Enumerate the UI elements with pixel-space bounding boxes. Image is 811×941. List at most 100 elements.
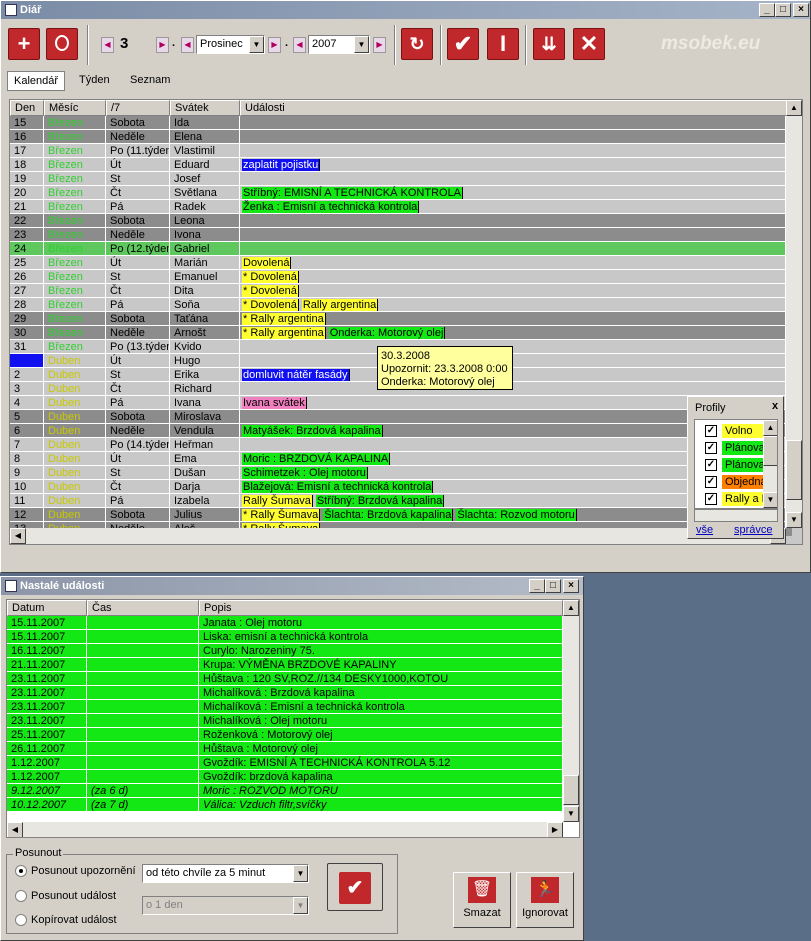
col-header-nameday[interactable]: Svátek	[170, 100, 240, 116]
events-cell[interactable]	[240, 382, 786, 396]
chevron-down-icon[interactable]: ▼	[293, 897, 308, 914]
radio-postpone-reminder-label[interactable]: Posunout upozornění	[31, 865, 136, 877]
scroll-down-button[interactable]: ▼	[763, 492, 777, 508]
month-next-button[interactable]: ▶	[268, 37, 281, 53]
events-cell[interactable]	[240, 228, 786, 242]
calendar-row[interactable]: 30 Březen Neděle Arnošt * Rally argentina Ond…	[10, 326, 792, 340]
events-titlebar[interactable]: Nastalé události	[1, 577, 583, 595]
calendar-row[interactable]: 19 Březen St Josef	[10, 172, 792, 186]
scroll-thumb[interactable]	[763, 436, 777, 466]
calendar-row[interactable]: 21 Březen Pá Radek Ženka : Emisní a technick…	[10, 200, 792, 214]
calendar-row[interactable]: 25 Březen Út Marián Dovolená	[10, 256, 792, 270]
col-header-events[interactable]: Události	[240, 100, 788, 116]
close-button[interactable]: ×	[563, 579, 579, 593]
month-select[interactable]: Prosinec ▼	[196, 35, 265, 54]
scroll-down-button[interactable]: ▼	[786, 512, 802, 528]
profile-checkbox[interactable]: ✓	[705, 442, 717, 454]
profiles-hscroll[interactable]	[694, 509, 778, 522]
calendar-row[interactable]: 18 Březen Út Eduard zaplatit pojistku	[10, 158, 792, 172]
minimize-button[interactable]: _	[529, 579, 545, 593]
tab-calendar[interactable]: Kalendář	[7, 71, 66, 91]
event-row[interactable]: 16.11.2007 Curylo: Narozeniny 75.	[7, 644, 563, 658]
calendar-vscroll[interactable]: ▲ ▼	[786, 100, 802, 528]
events-cell[interactable]	[240, 242, 786, 256]
scroll-right-button[interactable]: ▶	[547, 822, 563, 837]
event-chip[interactable]: Schimetzek : Olej motoru	[242, 467, 368, 479]
profiles-admin-link[interactable]: správce	[734, 524, 773, 536]
profile-label[interactable]: Objednávka	[722, 475, 766, 489]
col-header-day[interactable]: Den	[10, 100, 44, 116]
calendar-row[interactable]: 28 Březen Pá Soňa * Dovolená Rally argentina	[10, 298, 792, 312]
col-header-weekday[interactable]: /7	[106, 100, 170, 116]
maximize-button[interactable]: □	[545, 579, 561, 593]
events-cell[interactable]: * Rally argentina Onderka: Motorový olej	[240, 326, 786, 340]
radio-postpone-reminder[interactable]	[15, 865, 27, 877]
event-chip[interactable]: Ženka : Emisní a technická kontrola	[242, 201, 420, 213]
profiles-vscroll[interactable]: ▲ ▼	[763, 420, 777, 508]
events-cell[interactable]: domluvit nátěr fasády	[240, 368, 786, 382]
event-chip[interactable]: * Dovolená	[242, 271, 299, 283]
refresh-button[interactable]: ↻	[401, 28, 433, 60]
event-chip[interactable]: Matyášek: Brzdová kapalina	[242, 425, 383, 437]
year-next-button[interactable]: ▶	[373, 37, 386, 53]
events-cell[interactable]: zaplatit pojistku	[240, 158, 786, 172]
scroll-thumb[interactable]	[786, 440, 802, 500]
radio-copy-event-label[interactable]: Kopírovat událost	[31, 914, 117, 926]
day-next-button[interactable]: ▶	[156, 37, 169, 53]
balloons-button[interactable]	[46, 28, 78, 60]
events-cell[interactable]	[240, 172, 786, 186]
scroll-up-button[interactable]: ▲	[786, 100, 802, 116]
calendar-row[interactable]: 29 Březen Sobota Taťána * Rally argentina	[10, 312, 792, 326]
delete-button[interactable]: 🗑 Smazat	[453, 872, 511, 928]
event-chip[interactable]: Šlachta: Brzdová kapalina	[323, 509, 454, 521]
event-row[interactable]: 15.11.2007 Janata : Olej motoru	[7, 616, 563, 630]
events-hscroll[interactable]: ◀ ▶	[7, 822, 563, 837]
events-cell[interactable]	[240, 130, 786, 144]
event-chip[interactable]: * Dovolená	[242, 299, 299, 311]
scroll-thumb[interactable]	[563, 775, 579, 805]
calendar-row[interactable]: 17 Březen Po (11.týden) Vlastimil	[10, 144, 792, 158]
col-header-month[interactable]: Měsíc	[44, 100, 106, 116]
event-row[interactable]: 15.11.2007 Liska: emisní a technická kont…	[7, 630, 563, 644]
events-cell[interactable]	[240, 354, 786, 368]
scroll-left-button[interactable]: ◀	[7, 822, 23, 837]
profile-label[interactable]: Rally a F1	[722, 492, 766, 506]
event-row[interactable]: 10.12.2007 (za 7 d) Válica: Vzduch filtr,s…	[7, 798, 563, 812]
profile-checkbox[interactable]: ✓	[705, 459, 717, 471]
event-row[interactable]: 23.11.2007 Michalíková : Olej motoru	[7, 714, 563, 728]
event-row[interactable]: 9.12.2007 (za 6 d) Moric : ROZVOD MOTORU	[7, 784, 563, 798]
col-header-date[interactable]: Datum	[7, 600, 87, 616]
event-chip[interactable]: Stříbný: EMISNÍ A TECHNICKÁ KONTROLA	[242, 187, 464, 199]
event-chip[interactable]: * Rally argentina	[242, 327, 326, 339]
calendar-row[interactable]: 24 Březen Po (12.týden) Gabriel	[10, 242, 792, 256]
events-cell[interactable]	[240, 144, 786, 158]
profile-label[interactable]: Plánovaná	[722, 458, 766, 472]
events-cell[interactable]: * Dovolená	[240, 284, 786, 298]
events-cell[interactable]: * Dovolená	[240, 270, 786, 284]
chevron-down-icon[interactable]: ▼	[249, 36, 264, 53]
calendar-row[interactable]: 22 Březen Sobota Leona	[10, 214, 792, 228]
event-row[interactable]: 23.11.2007 Michalíková : Brzdová kapalina	[7, 686, 563, 700]
calendar-row[interactable]: 6 Duben Neděle Vendula Matyášek: Brzdová kap…	[10, 424, 792, 438]
event-chip[interactable]: Dovolená	[242, 257, 292, 269]
events-cell[interactable]: * Rally argentina	[240, 312, 786, 326]
calendar-hscroll[interactable]: ◀ ▶	[10, 528, 786, 544]
profile-checkbox[interactable]: ✓	[705, 476, 717, 488]
ignore-button[interactable]: 🏃 Ignorovat	[516, 872, 574, 928]
calendar-row[interactable]: 23 Březen Neděle Ivona	[10, 228, 792, 242]
minimize-button[interactable]: _	[759, 3, 775, 17]
events-cell[interactable]	[240, 116, 786, 130]
month-prev-button[interactable]: ◀	[181, 37, 194, 53]
events-cell[interactable]: Stříbný: EMISNÍ A TECHNICKÁ KONTROLA	[240, 186, 786, 200]
calendar-row[interactable]: 16 Březen Neděle Elena	[10, 130, 792, 144]
calendar-row[interactable]: 20 Březen Čt Světlana Stříbný: EMISNÍ A TECH…	[10, 186, 792, 200]
event-chip[interactable]: Šlachta: Rozvod motoru	[456, 509, 577, 521]
scroll-down-button[interactable]: ▼	[563, 806, 579, 822]
events-cell[interactable]: Dovolená	[240, 256, 786, 270]
events-vscroll[interactable]: ▲ ▼	[563, 600, 579, 822]
calendar-row[interactable]: 26 Březen St Emanuel * Dovolená	[10, 270, 792, 284]
col-header-description[interactable]: Popis	[199, 600, 563, 616]
profile-label[interactable]: Volno	[722, 424, 766, 438]
event-chip[interactable]: Ivana svátek	[242, 397, 307, 409]
radio-copy-event[interactable]	[15, 914, 27, 926]
